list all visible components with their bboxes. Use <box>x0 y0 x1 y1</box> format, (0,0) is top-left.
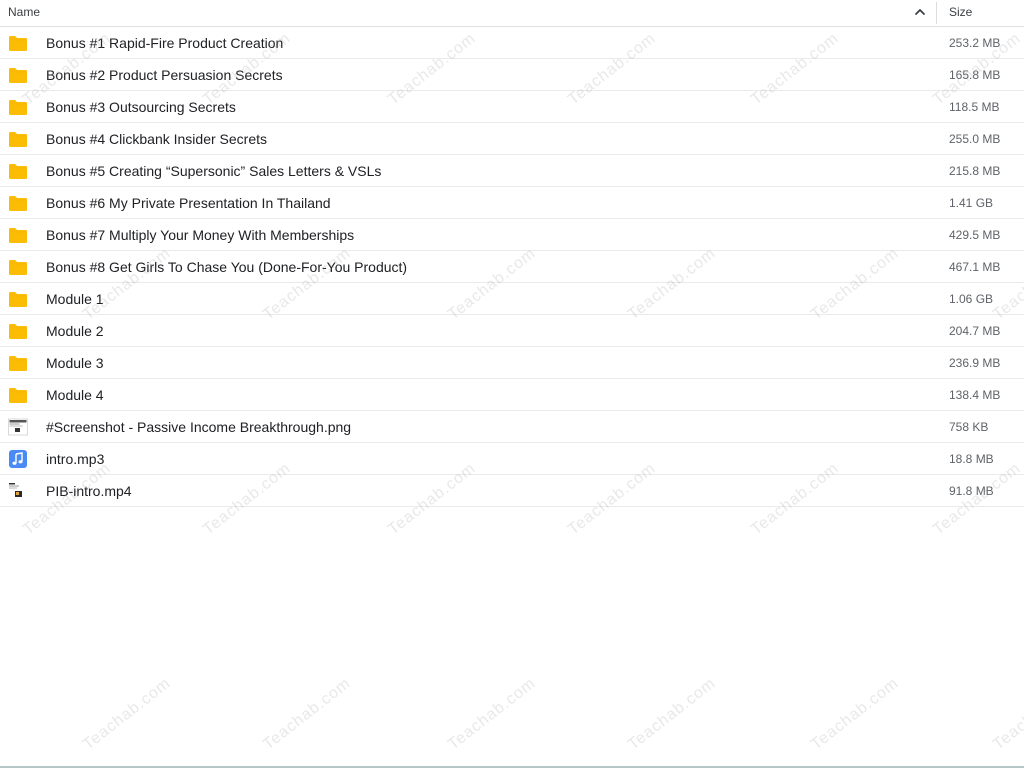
folder-row[interactable]: Bonus #4 Clickbank Insider Secrets 255.0 … <box>0 123 1024 155</box>
folder-row[interactable]: Module 1 1.06 GB <box>0 283 1024 315</box>
file-name[interactable]: Module 4 <box>46 387 104 403</box>
folder-icon <box>8 34 28 52</box>
watermark-text: Teachab.com <box>445 674 540 754</box>
file-size: 91.8 MB <box>949 484 994 498</box>
folder-icon <box>8 194 28 212</box>
file-size: 255.0 MB <box>949 132 1001 146</box>
name-column-header[interactable]: Name <box>8 5 40 19</box>
file-name[interactable]: Bonus #2 Product Persuasion Secrets <box>46 67 283 83</box>
folder-row[interactable]: Bonus #5 Creating “Supersonic” Sales Let… <box>0 155 1024 187</box>
file-list: Bonus #1 Rapid-Fire Product Creation 253.… <box>0 27 1024 507</box>
column-header-row: Name Size <box>0 0 1024 27</box>
file-name[interactable]: intro.mp3 <box>46 451 104 467</box>
column-divider[interactable] <box>936 2 937 24</box>
folder-row[interactable]: Bonus #8 Get Girls To Chase You (Done-Fo… <box>0 251 1024 283</box>
file-size: 429.5 MB <box>949 228 1001 242</box>
folder-icon <box>8 290 28 308</box>
folder-icon <box>8 226 28 244</box>
file-name[interactable]: Bonus #1 Rapid-Fire Product Creation <box>46 35 283 51</box>
file-size: 236.9 MB <box>949 356 1001 370</box>
folder-row[interactable]: Bonus #7 Multiply Your Money With Member… <box>0 219 1024 251</box>
file-name[interactable]: Bonus #5 Creating “Supersonic” Sales Let… <box>46 163 381 179</box>
file-size: 204.7 MB <box>949 324 1001 338</box>
file-name[interactable]: Bonus #8 Get Girls To Chase You (Done-Fo… <box>46 259 407 275</box>
file-row[interactable]: intro.mp3 18.8 MB <box>0 443 1024 475</box>
file-name[interactable]: Bonus #3 Outsourcing Secrets <box>46 99 236 115</box>
file-size: 18.8 MB <box>949 452 994 466</box>
watermark-text: Teachab.com <box>625 674 720 754</box>
size-column-header[interactable]: Size <box>949 5 972 19</box>
image-thumbnail-icon <box>8 418 28 436</box>
folder-row[interactable]: Bonus #1 Rapid-Fire Product Creation 253.… <box>0 27 1024 59</box>
folder-icon <box>8 98 28 116</box>
folder-row[interactable]: Bonus #6 My Private Presentation In Thai… <box>0 187 1024 219</box>
folder-icon <box>8 66 28 84</box>
file-size: 467.1 MB <box>949 260 1001 274</box>
file-name[interactable]: Bonus #6 My Private Presentation In Thai… <box>46 195 331 211</box>
folder-row[interactable]: Module 3 236.9 MB <box>0 347 1024 379</box>
folder-row[interactable]: Module 2 204.7 MB <box>0 315 1024 347</box>
file-size: 758 KB <box>949 420 989 434</box>
folder-icon <box>8 258 28 276</box>
file-size: 118.5 MB <box>949 100 1000 114</box>
folder-icon <box>8 130 28 148</box>
file-size: 253.2 MB <box>949 36 1001 50</box>
watermark-text: Teachab.com <box>808 674 903 754</box>
file-size: 1.41 GB <box>949 196 994 210</box>
file-name[interactable]: #Screenshot - Passive Income Breakthroug… <box>46 419 351 435</box>
file-size: 165.8 MB <box>949 68 1001 82</box>
video-thumbnail-icon <box>8 482 28 500</box>
file-size: 138.4 MB <box>949 388 1001 402</box>
folder-icon <box>8 162 28 180</box>
file-name[interactable]: Bonus #7 Multiply Your Money With Member… <box>46 227 354 243</box>
watermark-text: Teachab.com <box>260 674 355 754</box>
file-name[interactable]: PIB-intro.mp4 <box>46 483 132 499</box>
folder-icon <box>8 386 28 404</box>
file-size: 1.06 GB <box>949 292 994 306</box>
folder-icon <box>8 322 28 340</box>
watermark-text: Teachab.com <box>990 674 1024 754</box>
watermark-text: Teachab.com <box>80 674 175 754</box>
file-row[interactable]: PIB-intro.mp4 91.8 MB <box>0 475 1024 507</box>
file-size: 215.8 MB <box>949 164 1001 178</box>
file-name[interactable]: Module 2 <box>46 323 104 339</box>
music-note-icon <box>8 450 28 468</box>
file-row[interactable]: #Screenshot - Passive Income Breakthroug… <box>0 411 1024 443</box>
file-name[interactable]: Module 3 <box>46 355 104 371</box>
file-name[interactable]: Module 1 <box>46 291 104 307</box>
folder-row[interactable]: Bonus #3 Outsourcing Secrets 118.5 MB <box>0 91 1024 123</box>
chevron-up-icon[interactable] <box>912 4 928 20</box>
folder-icon <box>8 354 28 372</box>
folder-row[interactable]: Bonus #2 Product Persuasion Secrets 165.8… <box>0 59 1024 91</box>
file-name[interactable]: Bonus #4 Clickbank Insider Secrets <box>46 131 267 147</box>
folder-row[interactable]: Module 4 138.4 MB <box>0 379 1024 411</box>
file-browser: Name Size Bonus #1 Rapid-Fire Product Cr… <box>0 0 1024 768</box>
